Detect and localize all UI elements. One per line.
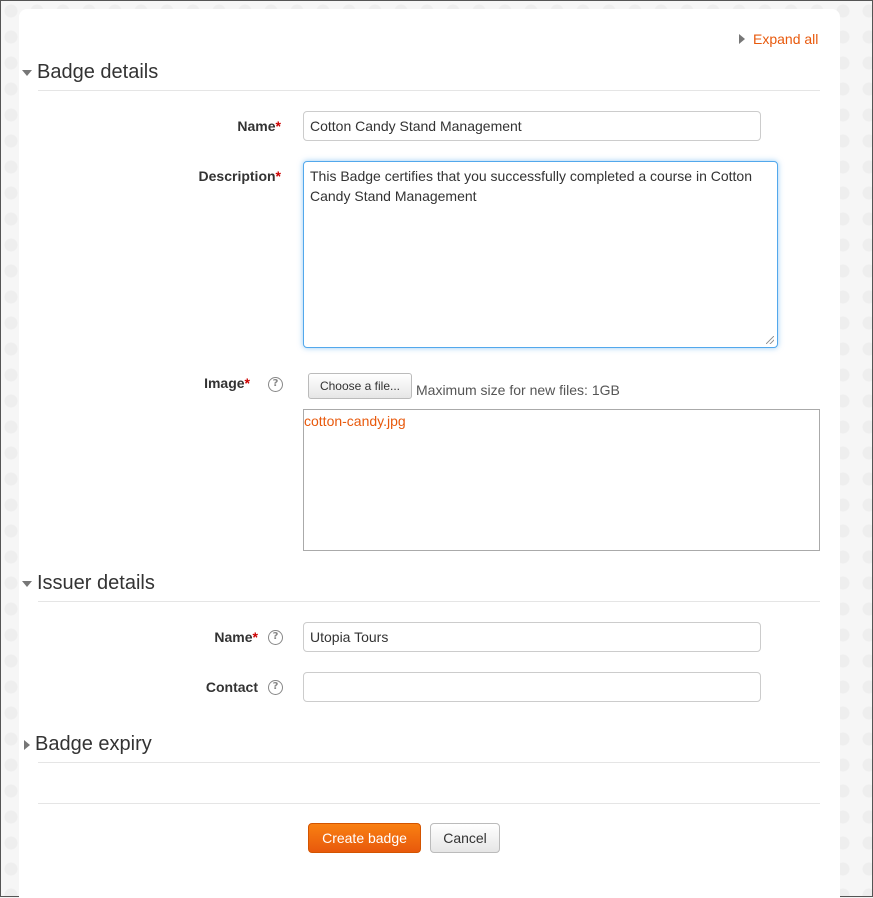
divider [38, 90, 820, 91]
issuer-name-label: Name* [214, 629, 258, 645]
expand-all-link[interactable]: Expand all [739, 31, 818, 47]
collapse-arrow-icon [22, 580, 32, 587]
expand-arrow-icon [24, 739, 30, 750]
divider [38, 601, 820, 602]
section-issuer-details[interactable]: Issuer details [22, 572, 155, 595]
badge-name-input[interactable] [303, 111, 761, 141]
help-icon[interactable]: ? [268, 680, 283, 695]
expand-arrow-icon [739, 34, 745, 44]
expand-all-label: Expand all [753, 31, 819, 47]
contact-input[interactable] [303, 672, 761, 702]
image-label: Image* [204, 375, 250, 391]
help-icon[interactable]: ? [268, 630, 283, 645]
description-text: This Badge certifies that you successful… [310, 168, 752, 204]
description-label: Description* [199, 168, 281, 184]
contact-label: Contact [206, 679, 258, 695]
label-text: Contact [205, 679, 258, 695]
required-marker: * [244, 375, 250, 391]
divider [38, 762, 820, 763]
create-badge-button[interactable]: Create badge [308, 823, 421, 853]
file-link[interactable]: cotton-candy.jpg [304, 413, 406, 429]
choose-file-button[interactable]: Choose a file... [308, 373, 412, 399]
required-marker: * [252, 629, 258, 645]
help-icon[interactable]: ? [268, 377, 283, 392]
divider [38, 803, 820, 804]
section-badge-expiry[interactable]: Badge expiry [22, 733, 152, 756]
label-text: Name [214, 629, 253, 645]
required-marker: * [275, 168, 281, 184]
cancel-button[interactable]: Cancel [430, 823, 500, 853]
label-text: Image [204, 375, 245, 391]
issuer-name-input[interactable] [303, 622, 761, 652]
section-badge-details[interactable]: Badge details [22, 61, 158, 84]
label-text: Description [198, 168, 276, 184]
label-text: Name [237, 118, 276, 134]
file-list-area[interactable]: cotton-candy.jpg [303, 409, 820, 551]
badge-name-label: Name* [237, 118, 281, 134]
required-marker: * [275, 118, 281, 134]
max-size-text: Maximum size for new files: 1GB [416, 382, 620, 398]
page-frame: Expand all Badge details Name* Descripti… [0, 0, 873, 898]
section-title: Badge details [37, 61, 159, 83]
resize-grip-icon[interactable] [766, 336, 774, 344]
collapse-arrow-icon [22, 69, 32, 76]
section-title: Badge expiry [35, 733, 152, 755]
section-title: Issuer details [37, 572, 155, 594]
description-textarea[interactable]: This Badge certifies that you successful… [303, 161, 778, 348]
